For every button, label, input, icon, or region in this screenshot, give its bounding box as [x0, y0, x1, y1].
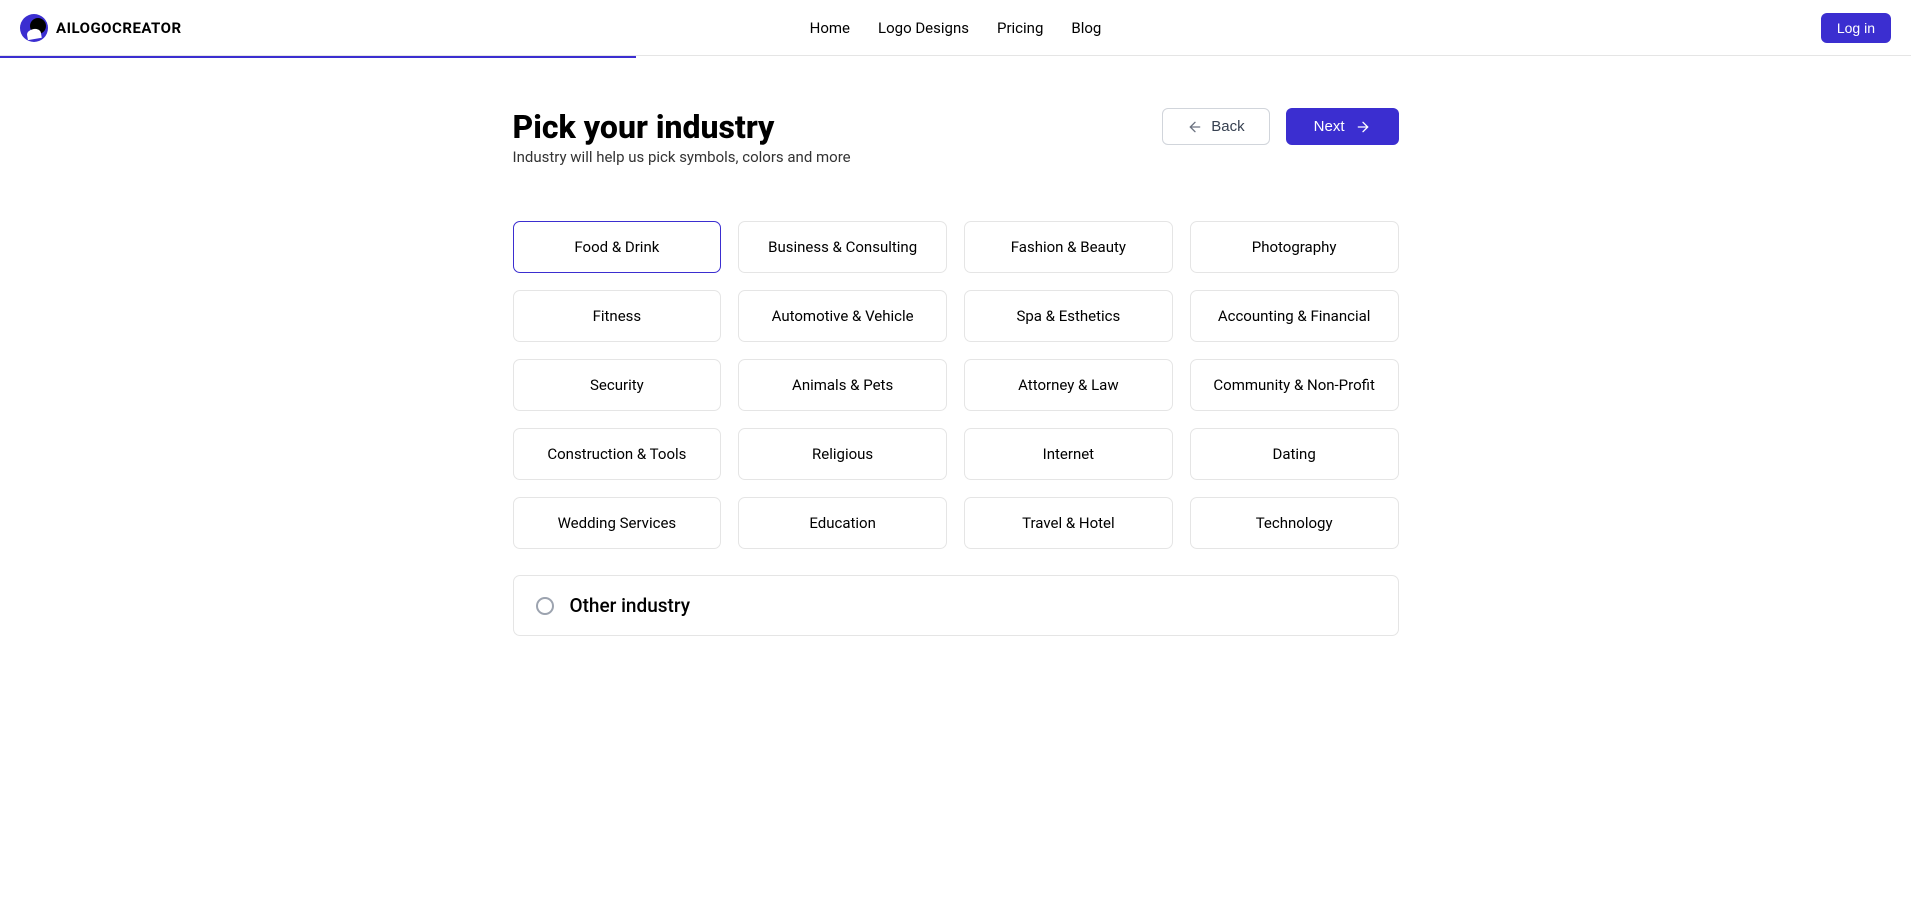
- next-label: Next: [1314, 118, 1345, 135]
- industry-card[interactable]: Dating: [1190, 428, 1399, 480]
- page-title: Pick your industry: [513, 108, 851, 146]
- industry-card[interactable]: Automotive & Vehicle: [738, 290, 947, 342]
- nav-logo-designs[interactable]: Logo Designs: [878, 19, 969, 37]
- industry-label: Community & Non-Profit: [1213, 376, 1374, 394]
- arrow-left-icon: [1187, 119, 1203, 135]
- main-content: Pick your industry Industry will help us…: [513, 58, 1399, 686]
- industry-label: Automotive & Vehicle: [772, 307, 914, 325]
- top-nav: AILOGOCREATOR Home Logo Designs Pricing …: [0, 0, 1911, 56]
- industry-label: Accounting & Financial: [1218, 307, 1371, 325]
- industry-label: Spa & Esthetics: [1016, 307, 1120, 325]
- industry-label: Animals & Pets: [792, 376, 893, 394]
- industry-label: Wedding Services: [558, 514, 677, 532]
- arrow-right-icon: [1355, 119, 1371, 135]
- nav-home[interactable]: Home: [810, 19, 850, 37]
- industry-card[interactable]: Attorney & Law: [964, 359, 1173, 411]
- progress-fill: [0, 56, 636, 58]
- industry-label: Business & Consulting: [768, 238, 917, 256]
- industry-card[interactable]: Construction & Tools: [513, 428, 722, 480]
- nav-blog[interactable]: Blog: [1071, 19, 1101, 37]
- back-button[interactable]: Back: [1162, 108, 1269, 145]
- radio-icon: [536, 597, 554, 615]
- header-row: Pick your industry Industry will help us…: [513, 108, 1399, 166]
- other-industry-label: Other industry: [570, 594, 691, 617]
- industry-card[interactable]: Religious: [738, 428, 947, 480]
- button-group: Back Next: [1162, 108, 1398, 145]
- industry-label: Construction & Tools: [547, 445, 686, 463]
- page-subtitle: Industry will help us pick symbols, colo…: [513, 148, 851, 166]
- industry-card[interactable]: Photography: [1190, 221, 1399, 273]
- industry-card[interactable]: Security: [513, 359, 722, 411]
- industry-label: Fashion & Beauty: [1011, 238, 1126, 256]
- industry-label: Travel & Hotel: [1022, 514, 1115, 532]
- industry-card[interactable]: Internet: [964, 428, 1173, 480]
- industry-label: Photography: [1252, 238, 1337, 256]
- logo-icon: [20, 14, 48, 42]
- industry-card[interactable]: Travel & Hotel: [964, 497, 1173, 549]
- industry-label: Technology: [1256, 514, 1333, 532]
- industry-card[interactable]: Wedding Services: [513, 497, 722, 549]
- login-button[interactable]: Log in: [1821, 13, 1891, 43]
- nav-links: Home Logo Designs Pricing Blog: [810, 19, 1102, 37]
- industry-label: Security: [590, 376, 644, 394]
- industry-card[interactable]: Education: [738, 497, 947, 549]
- industry-card[interactable]: Food & Drink: [513, 221, 722, 273]
- industry-label: Dating: [1272, 445, 1315, 463]
- industry-card[interactable]: Technology: [1190, 497, 1399, 549]
- next-button[interactable]: Next: [1286, 108, 1399, 145]
- industry-card[interactable]: Fashion & Beauty: [964, 221, 1173, 273]
- industry-card[interactable]: Animals & Pets: [738, 359, 947, 411]
- logo-section[interactable]: AILOGOCREATOR: [20, 14, 182, 42]
- industry-grid: Food & Drink Business & Consulting Fashion…: [513, 221, 1399, 549]
- industry-card[interactable]: Spa & Esthetics: [964, 290, 1173, 342]
- industry-card[interactable]: Business & Consulting: [738, 221, 947, 273]
- nav-pricing[interactable]: Pricing: [997, 19, 1043, 37]
- industry-label: Food & Drink: [574, 238, 659, 256]
- progress-bar: [0, 56, 1911, 58]
- other-industry-option[interactable]: Other industry: [513, 575, 1399, 636]
- industry-card[interactable]: Community & Non-Profit: [1190, 359, 1399, 411]
- industry-label: Fitness: [593, 307, 642, 325]
- logo-text: AILOGOCREATOR: [56, 19, 182, 37]
- industry-card[interactable]: Fitness: [513, 290, 722, 342]
- industry-label: Religious: [812, 445, 873, 463]
- industry-label: Education: [809, 514, 876, 532]
- industry-label: Attorney & Law: [1018, 376, 1119, 394]
- back-label: Back: [1211, 118, 1244, 135]
- title-section: Pick your industry Industry will help us…: [513, 108, 851, 166]
- industry-label: Internet: [1043, 445, 1094, 463]
- industry-card[interactable]: Accounting & Financial: [1190, 290, 1399, 342]
